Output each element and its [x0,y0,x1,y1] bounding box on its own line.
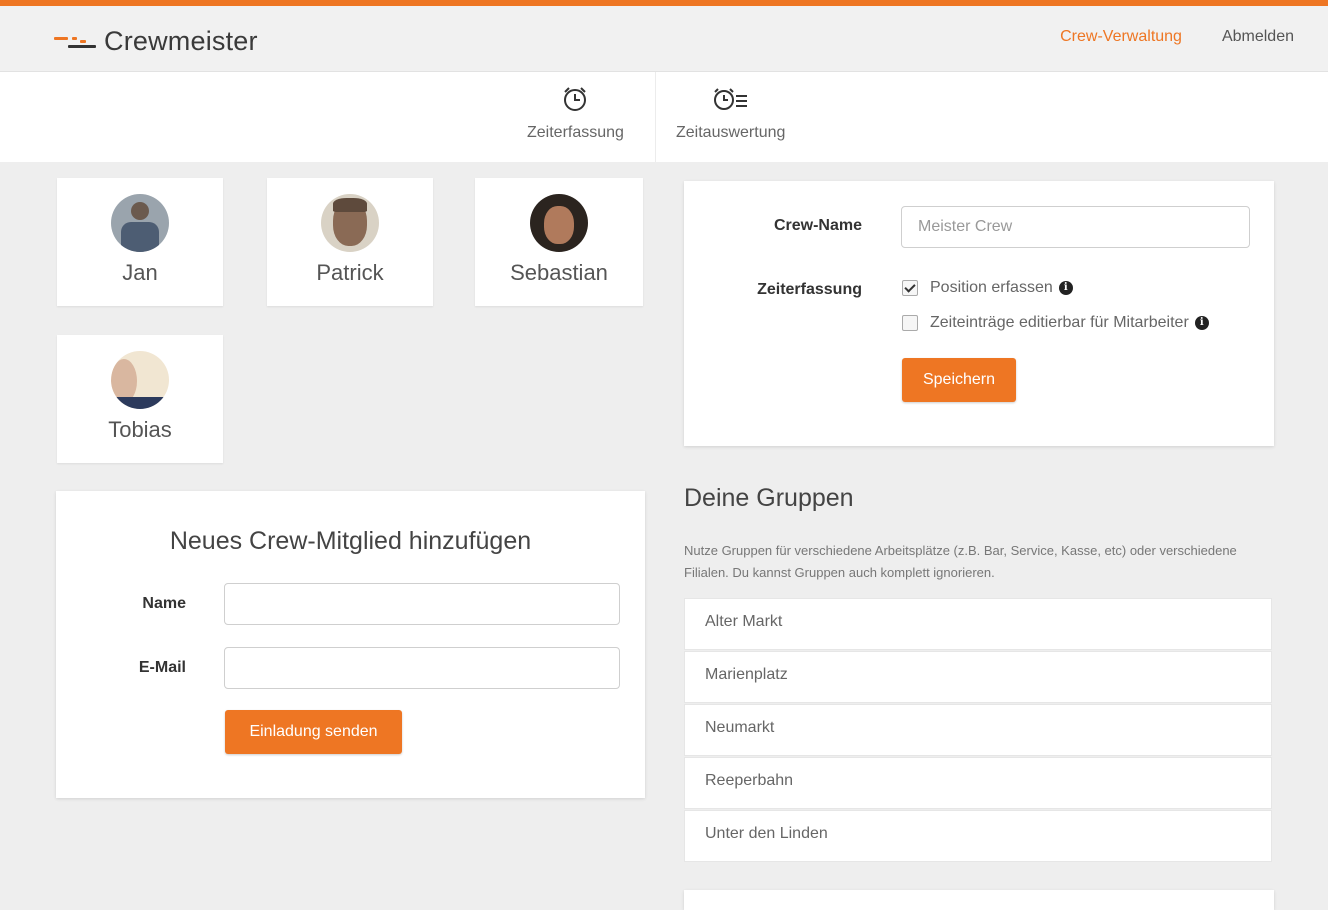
save-button[interactable]: Speichern [902,358,1016,402]
avatar [530,194,588,252]
info-icon[interactable]: i [1194,316,1209,330]
send-invitation-button[interactable]: Einladung senden [225,710,402,754]
next-card-edge [684,890,1274,910]
brand-name: Crewmeister [104,26,258,56]
member-card-jan[interactable]: Jan [57,178,223,306]
avatar [321,194,379,252]
list-item[interactable]: Neumarkt [684,704,1272,756]
member-card-sebastian[interactable]: Sebastian [475,178,643,306]
invite-title: Neues Crew-Mitglied hinzufügen [169,527,532,555]
crew-name-input[interactable] [901,206,1250,248]
name-input[interactable] [224,583,620,625]
brand-logo[interactable]: Crewmeister [54,26,258,57]
member-card-patrick[interactable]: Patrick [267,178,433,306]
name-label: Name [142,595,186,612]
tab-zeiterfassung[interactable]: Zeiterfassung [527,84,624,142]
crewmeister-logo-icon [54,31,98,53]
email-input[interactable] [224,647,620,689]
avatar [111,194,169,252]
time-tracking-label: Zeiterfassung [757,281,862,298]
editable-checkbox[interactable] [902,315,918,331]
invite-card: Neues Crew-Mitglied hinzufügen Name E-Ma… [56,491,645,798]
groups-title: Deine Gruppen [684,484,854,512]
top-bar: Crewmeister Crew-Verwaltung Abmelden [0,0,1328,72]
tab-zeitauswertung-label: Zeitauswertung [676,124,786,141]
top-nav: Crew-Verwaltung Abmelden [1060,28,1294,46]
alarm-clock-icon [564,87,587,111]
email-label: E-Mail [138,659,186,676]
list-item[interactable]: Marienplatz [684,651,1272,703]
member-name: Patrick [316,260,384,285]
crew-name-label: Crew-Name [773,217,862,234]
list-item[interactable]: Alter Markt [684,598,1272,650]
member-name: Jan [122,260,158,285]
info-icon[interactable]: i [1058,281,1073,295]
member-name: Sebastian [510,260,608,285]
tab-zeitauswertung[interactable]: Zeitauswertung [676,84,785,142]
avatar [111,351,169,409]
list-item[interactable]: Unter den Linden [684,810,1272,862]
list-item[interactable]: Reeperbahn [684,757,1272,809]
crew-settings-card: Crew-Name Zeiterfassung Position erfasse… [684,181,1274,446]
groups-description: Nutze Gruppen für verschiedene Arbeitspl… [684,543,1237,580]
position-checkbox[interactable] [902,280,918,296]
group-list: Alter Markt Marienplatz Neumarkt Reeperb… [684,598,1272,863]
nav-crew-verwaltung[interactable]: Crew-Verwaltung [1060,28,1182,46]
option-position[interactable]: Position erfassen i [902,279,1073,297]
clock-list-icon [713,88,747,110]
subnav-divider [655,72,656,162]
tab-zeiterfassung-label: Zeiterfassung [527,124,624,141]
member-card-tobias[interactable]: Tobias [57,335,223,463]
option-position-label: Position erfassen [930,279,1053,296]
sub-nav: Zeiterfassung Zeitauswertung [0,72,1328,162]
option-editable[interactable]: Zeiteinträge editierbar für Mitarbeiter … [902,314,1209,332]
member-name: Tobias [108,417,172,442]
nav-abmelden[interactable]: Abmelden [1222,28,1294,46]
option-editable-label: Zeiteinträge editierbar für Mitarbeiter [930,314,1189,331]
